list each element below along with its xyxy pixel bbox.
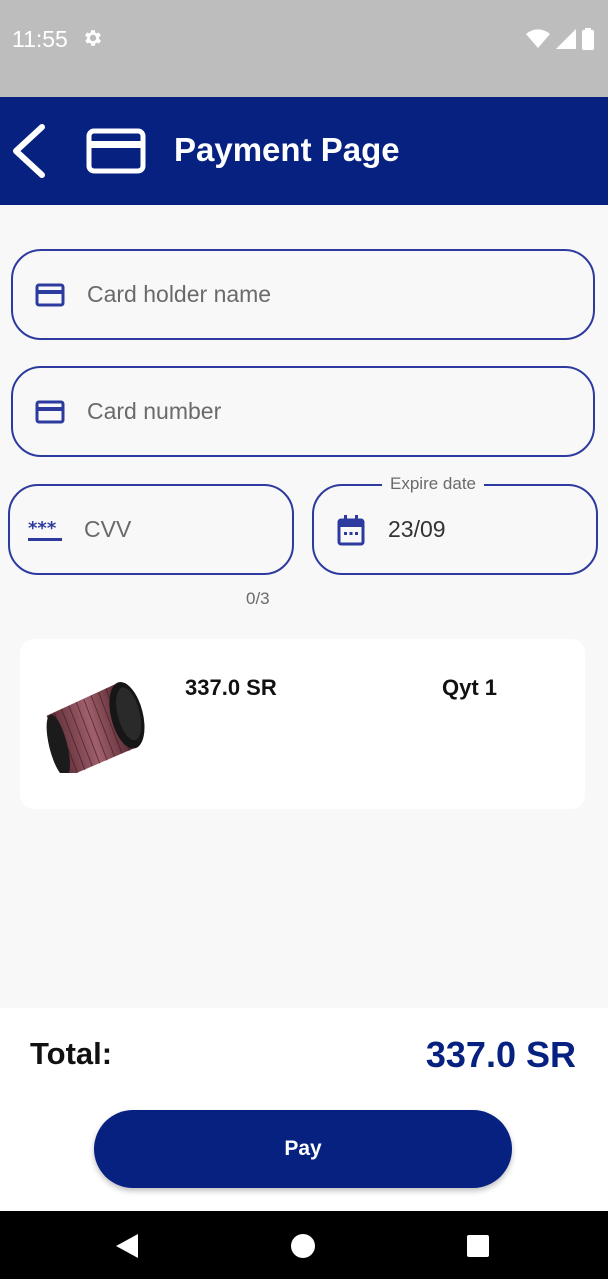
air-filter-image [46, 682, 145, 773]
credit-card-icon [35, 400, 65, 424]
cvv-counter: 0/3 [246, 589, 270, 608]
status-time: 11:55 [12, 26, 68, 52]
calendar-icon [337, 515, 365, 546]
chevron-left-icon[interactable] [10, 123, 50, 179]
nav-recents-icon[interactable] [466, 1234, 490, 1258]
svg-text:***: *** [28, 518, 57, 539]
checkout-panel: Total: 337.0 SR Pay [0, 1008, 608, 1211]
card-number-placeholder: Card number [87, 398, 222, 424]
total-label: Total: [30, 1036, 113, 1071]
item-quantity: Qyt 1 [442, 675, 498, 700]
nav-home-icon[interactable] [290, 1233, 316, 1259]
signal-icon [556, 29, 576, 49]
card-holder-field[interactable]: Card holder name [11, 249, 595, 340]
expire-date-label: Expire date [382, 474, 484, 494]
expire-date-field[interactable]: Expire date 23/09 [312, 474, 598, 575]
settings-icon [85, 30, 101, 46]
status-bar: 11:55 [0, 0, 608, 97]
card-holder-placeholder: Card holder name [87, 281, 272, 307]
cvv-placeholder: CVV [84, 516, 132, 542]
pay-button[interactable]: Pay [94, 1110, 512, 1188]
credit-card-icon [86, 128, 146, 174]
expire-date-value: 23/09 [388, 516, 446, 542]
cart-item: 337.0 SR Qyt 1 [20, 639, 585, 809]
cvv-field[interactable]: *** CVV [8, 484, 294, 575]
card-number-field[interactable]: Card number [11, 366, 595, 457]
wifi-icon [526, 29, 550, 48]
battery-icon [582, 28, 594, 50]
app-bar: Payment Page [0, 97, 608, 205]
nav-back-icon[interactable] [114, 1233, 140, 1259]
credit-card-icon [35, 283, 65, 307]
total-value: 337.0 SR [425, 1034, 576, 1075]
system-nav-bar [0, 1211, 608, 1279]
item-price: 337.0 SR [185, 675, 277, 700]
page-title: Payment Page [174, 131, 400, 168]
password-dots-icon: *** [28, 518, 62, 541]
